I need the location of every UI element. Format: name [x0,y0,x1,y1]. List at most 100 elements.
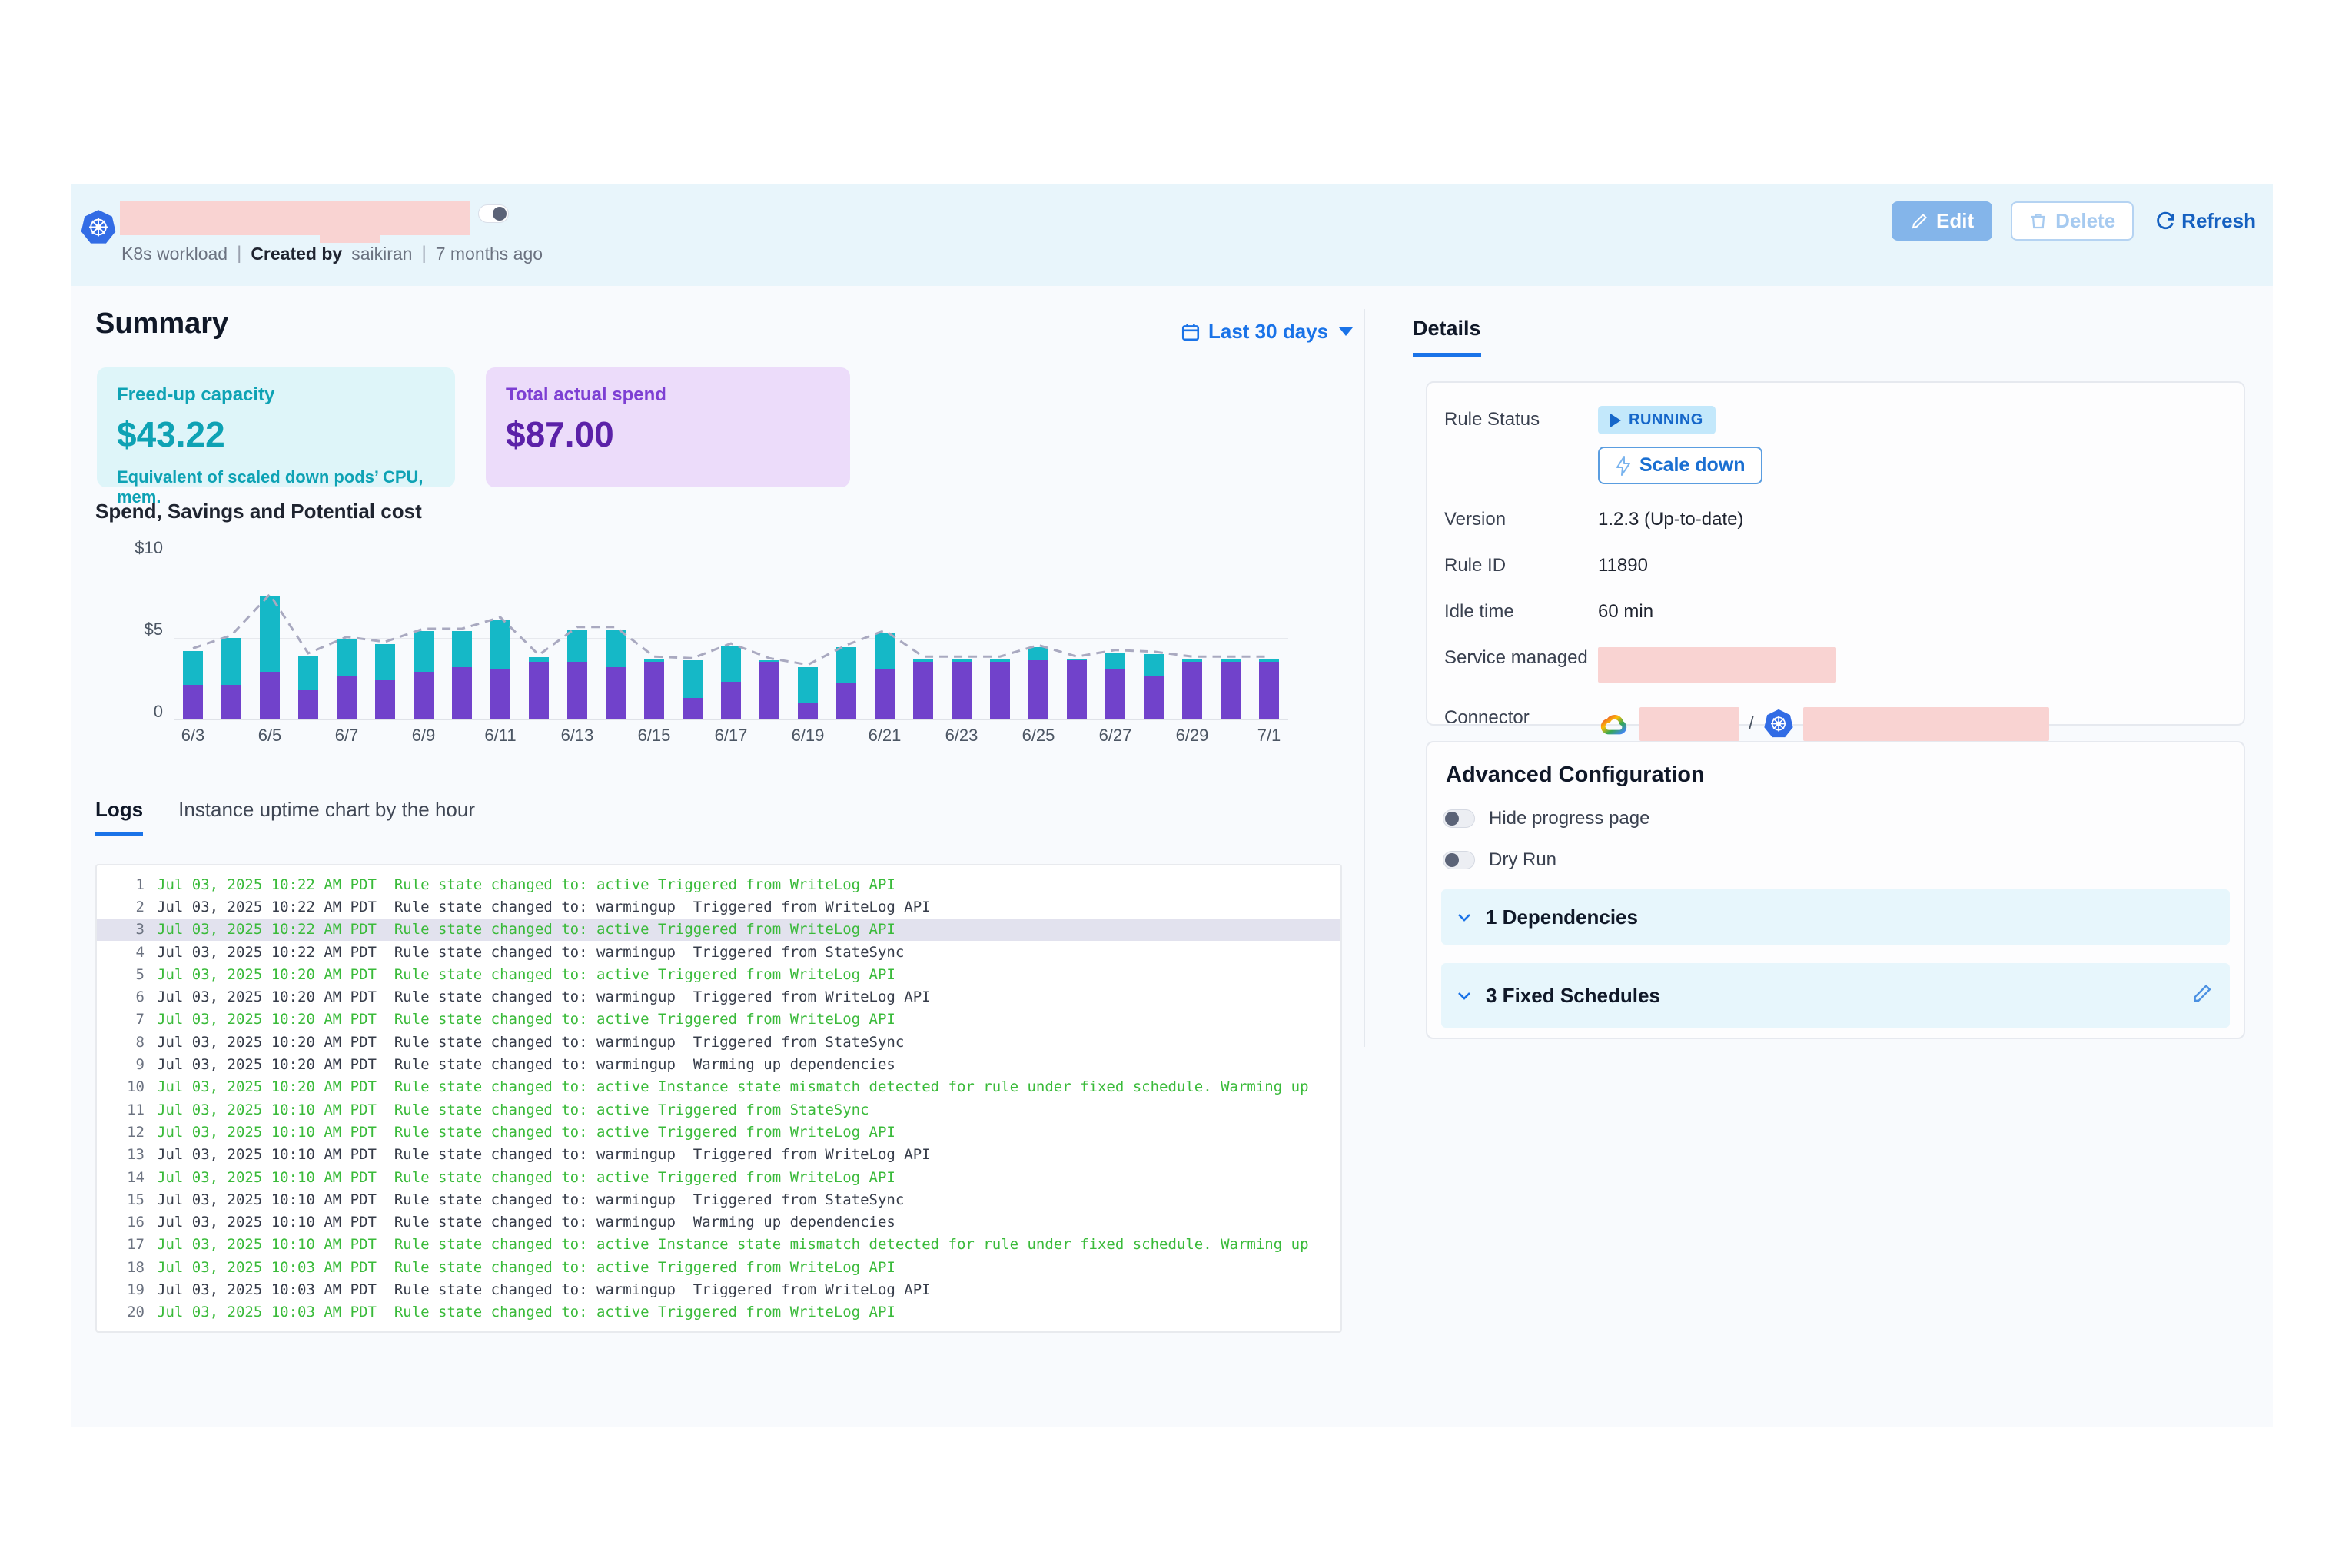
log-row[interactable]: 15Jul 03, 2025 10:10 AM PDT Rule state c… [97,1188,1340,1211]
log-row[interactable]: 18 Jul 03, 2025 10:03 AM PDT Rule state c… [97,1256,1340,1278]
x-tick-label: 6/29 [1173,726,1211,746]
dependencies-accordion[interactable]: 1 Dependencies [1441,889,2230,945]
scale-down-button[interactable]: Scale down [1598,447,1762,484]
log-line-number: 7 [97,1011,145,1028]
log-line-text: Jul 03, 2025 10:10 AM PDT Rule state cha… [157,1169,895,1186]
log-row[interactable]: 17Jul 03, 2025 10:10 AM PDT Rule state c… [97,1234,1340,1256]
log-line-number: 20 [97,1304,145,1321]
dependencies-label: 1 Dependencies [1486,905,1638,929]
log-row[interactable]: 13Jul 03, 2025 10:10 AM PDT Rule state c… [97,1144,1340,1166]
x-tick-label: 6/17 [712,726,750,746]
created-by-label: Created by [251,244,342,264]
calendar-icon [1181,322,1201,342]
x-tick-label: 6/23 [942,726,981,746]
play-icon [1610,414,1621,427]
log-line-number: 14 [97,1169,145,1186]
log-line-number: 19 [97,1281,145,1298]
log-line-text: Jul 03, 2025 10:20 AM PDT Rule state cha… [157,1011,895,1028]
card-value: $87.00 [506,414,830,455]
log-row[interactable]: 6Jul 03, 2025 10:20 AM PDT Rule state ch… [97,985,1340,1008]
divider: | [421,243,426,264]
log-row[interactable]: 3Jul 03, 2025 10:22 AM PDT Rule state ch… [97,919,1340,941]
column-divider [1364,309,1365,1047]
log-viewer[interactable]: 1Jul 03, 2025 10:22 AM PDT Rule state ch… [95,864,1342,1333]
log-row[interactable]: 1Jul 03, 2025 10:22 AM PDT Rule state ch… [97,873,1340,895]
refresh-button[interactable]: Refresh [2152,201,2259,241]
toggle-knob [493,207,507,221]
google-cloud-icon [1598,710,1630,738]
hide-progress-toggle[interactable] [1443,809,1475,828]
x-tick-label [520,726,558,746]
tab-details[interactable]: Details [1413,317,1481,357]
delete-button[interactable]: Delete [2011,201,2134,241]
log-row[interactable]: 16Jul 03, 2025 10:10 AM PDT Rule state c… [97,1211,1340,1233]
log-line-text: Jul 03, 2025 10:20 AM PDT Rule state cha… [157,1034,904,1051]
created-by-user: saikiran [351,244,412,264]
log-row[interactable]: 8Jul 03, 2025 10:20 AM PDT Rule state ch… [97,1031,1340,1053]
log-row[interactable]: 19 Jul 03, 2025 10:03 AM PDT Rule state c… [97,1278,1340,1301]
refresh-icon [2155,211,2175,231]
x-tick-label [366,726,404,746]
y-tick-5: $5 [123,620,163,639]
log-line-number: 15 [97,1191,145,1208]
log-line-text: Jul 03, 2025 10:10 AM PDT Rule state cha… [157,1146,931,1163]
date-range-label: Last 30 days [1208,320,1328,344]
x-tick-label: 6/3 [174,726,212,746]
x-tick-label: 6/19 [789,726,827,746]
chart-plot-area [174,546,1288,719]
log-row[interactable]: 14 Jul 03, 2025 10:10 AM PDT Rule state c… [97,1166,1340,1188]
x-tick-label: 6/27 [1096,726,1134,746]
x-tick-label [1058,726,1096,746]
date-range-dropdown[interactable]: Last 30 days [1181,320,1353,344]
log-line-text: Jul 03, 2025 10:20 AM PDT Rule state cha… [157,988,931,1005]
x-tick-label: 6/15 [635,726,673,746]
advanced-configuration-title: Advanced Configuration [1446,762,2230,788]
x-tick-label [443,726,481,746]
log-line-number: 18 [97,1259,145,1276]
x-axis-line [174,719,1288,720]
log-row[interactable]: 4Jul 03, 2025 10:22 AM PDT Rule state ch… [97,941,1340,963]
fixed-schedules-label: 3 Fixed Schedules [1486,984,1660,1008]
tab-logs[interactable]: Logs [95,798,143,836]
edit-button[interactable]: Edit [1892,201,1992,241]
created-age: 7 months ago [436,244,543,264]
log-line-number: 16 [97,1214,145,1231]
log-row[interactable]: 7 Jul 03, 2025 10:20 AM PDT Rule state ch… [97,1008,1340,1031]
log-line-text: Jul 03, 2025 10:10 AM PDT Rule state cha… [157,1101,869,1118]
log-row[interactable]: 11Jul 03, 2025 10:10 AM PDT Rule state c… [97,1098,1340,1121]
x-tick-label: 6/5 [251,726,289,746]
workload-type: K8s workload [121,244,228,264]
rule-status-label: Rule Status [1444,406,1598,430]
log-row[interactable]: 10Jul 03, 2025 10:20 AM PDT Rule state c… [97,1076,1340,1098]
log-row[interactable]: 2Jul 03, 2025 10:22 AM PDT Rule state ch… [97,895,1340,918]
log-line-text: Jul 03, 2025 10:20 AM PDT Rule state cha… [157,1056,895,1073]
fixed-schedules-accordion[interactable]: 3 Fixed Schedules [1441,963,2230,1028]
trash-icon [2029,212,2048,231]
log-row[interactable]: 5Jul 03, 2025 10:20 AM PDT Rule state ch… [97,963,1340,985]
x-tick-label [1211,726,1250,746]
log-row[interactable]: 9Jul 03, 2025 10:20 AM PDT Rule state ch… [97,1053,1340,1075]
log-line-text: Jul 03, 2025 10:03 AM PDT Rule state cha… [157,1259,895,1276]
x-tick-label: 6/7 [327,726,366,746]
log-line-text: Jul 03, 2025 10:20 AM PDT Rule state cha… [157,1078,1309,1095]
log-line-text: Jul 03, 2025 10:03 AM PDT Rule state cha… [157,1281,931,1298]
log-row[interactable]: 20Jul 03, 2025 10:03 AM PDT Rule state c… [97,1301,1340,1324]
chart-title: Spend, Savings and Potential cost [95,500,422,523]
log-line-number: 12 [97,1124,145,1141]
card-value: $43.22 [117,414,435,455]
advanced-configuration-card: Advanced Configuration Hide progress pag… [1426,741,2245,1039]
log-line-text: Jul 03, 2025 10:22 AM PDT Rule state cha… [157,921,895,938]
x-tick-label [750,726,789,746]
edit-schedules-icon[interactable] [2191,983,2213,1008]
x-tick-label: 6/11 [481,726,520,746]
dry-run-toggle[interactable] [1443,851,1475,869]
details-card: Rule Status RUNNING Scale down Version 1… [1426,381,2245,726]
log-line-text: Jul 03, 2025 10:22 AM PDT Rule state cha… [157,944,904,961]
x-tick-label [212,726,251,746]
log-row[interactable]: 12Jul 03, 2025 10:10 AM PDT Rule state c… [97,1121,1340,1143]
x-tick-label [904,726,942,746]
tab-instance-uptime[interactable]: Instance uptime chart by the hour [178,798,475,832]
spend-savings-chart: $10 $5 0 6/36/56/76/96/116/136/156/176/1… [123,538,1322,761]
header-toggle[interactable] [478,204,509,223]
x-tick-label: 6/13 [558,726,596,746]
